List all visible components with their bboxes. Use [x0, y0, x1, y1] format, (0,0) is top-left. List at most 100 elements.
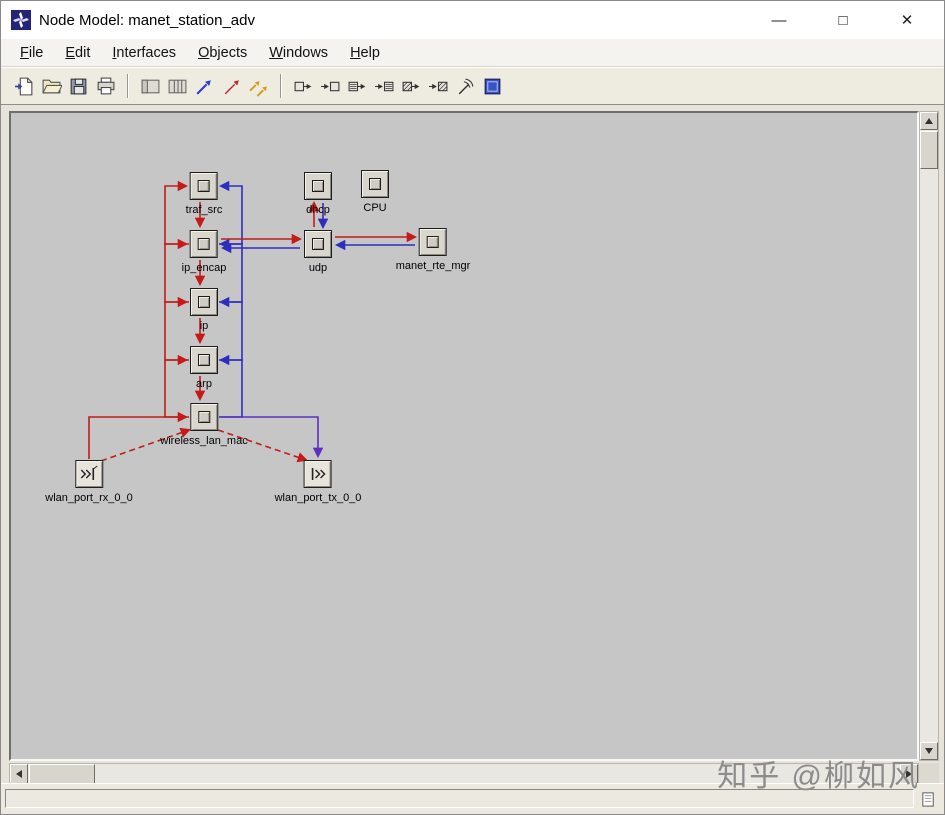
- node-model-window: Node Model: manet_station_adv — □ ✕ File…: [0, 0, 945, 815]
- create-radio-receiver-button[interactable]: [425, 73, 452, 100]
- toolbar-separator: [280, 74, 282, 98]
- watermark: 知乎 @柳如风: [717, 760, 920, 793]
- menu-item-file[interactable]: File: [9, 41, 54, 65]
- open-model-button[interactable]: [38, 73, 65, 100]
- receiver-icon: [74, 460, 103, 488]
- scroll-up-button[interactable]: [920, 112, 938, 130]
- create-point-to-point-transmitter-button[interactable]: [290, 73, 317, 100]
- processor-icon: [190, 172, 218, 200]
- create-queue-button[interactable]: [164, 73, 191, 100]
- module-ip_encap[interactable]: ip_encap: [182, 230, 226, 274]
- create-point-to-point-transmitter-icon: [294, 81, 312, 91]
- menu-item-interfaces[interactable]: Interfaces: [101, 41, 187, 65]
- module-label: wireless_lan_mac: [160, 435, 248, 447]
- vertical-scrollbar[interactable]: [919, 111, 939, 761]
- processor-icon: [361, 170, 389, 198]
- horizontal-scroll-thumb[interactable]: [29, 764, 95, 784]
- module-label: manet_rte_mgr: [395, 260, 471, 272]
- processor-icon: [304, 172, 332, 200]
- new-model-button[interactable]: [11, 73, 38, 100]
- create-statistic-wire-button[interactable]: [218, 73, 245, 100]
- menu-bar: File Edit Interfaces Objects Windows Help: [1, 39, 944, 67]
- create-packet-stream-button[interactable]: [191, 73, 218, 100]
- menu-item-edit[interactable]: Edit: [54, 41, 101, 65]
- up-arrow-icon: [925, 118, 933, 124]
- module-label: wlan_port_tx_0_0: [274, 492, 362, 504]
- module-wlan_port_rx_0_0[interactable]: wlan_port_rx_0_0: [45, 460, 133, 504]
- create-radio-receiver-icon: [429, 81, 448, 91]
- create-bus-transmitter-icon: [348, 81, 366, 91]
- connection-layer: [88, 180, 418, 463]
- module-label: udp: [308, 262, 328, 274]
- close-button[interactable]: ✕: [894, 11, 920, 29]
- canvas-content: traf_src dhcp CPU ip_encap udp manet_rte_mgri…: [11, 113, 917, 759]
- create-processor-icon: [141, 79, 160, 93]
- create-logical-association-button[interactable]: [245, 73, 272, 100]
- module-label: dhcp: [306, 204, 330, 216]
- create-statistic-wire-icon: [224, 79, 239, 94]
- vertical-scroll-thumb[interactable]: [920, 131, 938, 169]
- create-packet-stream-icon: [196, 79, 211, 95]
- open-model-icon: [42, 79, 62, 93]
- module-label: ip: [199, 320, 209, 332]
- module-arp[interactable]: arp: [190, 346, 218, 390]
- module-label: CPU: [363, 202, 387, 214]
- title-bar: Node Model: manet_station_adv — □ ✕: [1, 1, 944, 39]
- canvas[interactable]: traf_src dhcp CPU ip_encap udp manet_rte_mgri…: [9, 111, 919, 761]
- create-radio-transmitter-button[interactable]: [398, 73, 425, 100]
- processor-icon: [419, 228, 447, 256]
- module-wireless_lan_mac[interactable]: wireless_lan_mac: [160, 403, 248, 447]
- create-bus-receiver-button[interactable]: [371, 73, 398, 100]
- save-model-button[interactable]: [65, 73, 92, 100]
- save-model-icon: [70, 78, 87, 94]
- new-model-icon: [15, 77, 33, 95]
- message-log-icon[interactable]: [918, 789, 938, 809]
- create-antenna-icon: [458, 78, 474, 94]
- module-dhcp[interactable]: dhcp: [304, 172, 332, 216]
- processor-icon: [190, 288, 218, 316]
- create-bus-transmitter-button[interactable]: [344, 73, 371, 100]
- create-antenna-button[interactable]: [452, 73, 479, 100]
- menu-item-windows[interactable]: Windows: [258, 41, 339, 65]
- create-processor-button[interactable]: [137, 73, 164, 100]
- processor-icon: [190, 403, 218, 431]
- open-object-palette-icon: [484, 78, 501, 94]
- window-controls: — □ ✕: [766, 11, 934, 30]
- window-title: Node Model: manet_station_adv: [39, 11, 255, 29]
- stream-arp-to-ip[interactable]: [164, 296, 189, 361]
- app-icon: [11, 10, 31, 30]
- scroll-left-button[interactable]: [10, 764, 28, 784]
- open-object-palette-button[interactable]: [479, 73, 506, 100]
- module-label: arp: [196, 378, 212, 390]
- print-icon: [97, 77, 115, 94]
- toolbar-separator: [127, 74, 129, 98]
- menu-item-objects[interactable]: Objects: [187, 41, 258, 65]
- workspace: traf_src dhcp CPU ip_encap udp manet_rte_mgri…: [1, 105, 944, 793]
- stream-arp-to-ip[interactable]: [218, 296, 243, 361]
- module-udp[interactable]: udp: [304, 230, 332, 274]
- create-logical-association-icon: [249, 80, 267, 97]
- module-traf_src[interactable]: traf_src: [185, 172, 223, 216]
- menu-item-help[interactable]: Help: [339, 41, 391, 65]
- processor-icon: [190, 230, 218, 258]
- module-ip[interactable]: ip: [190, 288, 218, 332]
- print-button[interactable]: [92, 73, 119, 100]
- processor-icon: [304, 230, 332, 258]
- transmitter-icon: [304, 460, 332, 488]
- create-point-to-point-receiver-icon: [321, 81, 340, 91]
- module-manet_rte_mgr[interactable]: manet_rte_mgr: [395, 228, 471, 272]
- module-wlan_port_tx_0_0[interactable]: wlan_port_tx_0_0: [274, 460, 362, 504]
- down-arrow-icon: [925, 748, 933, 754]
- module-label: traf_src: [185, 204, 223, 216]
- module-label: wlan_port_rx_0_0: [45, 492, 133, 504]
- processor-icon: [190, 346, 218, 374]
- toolbar: [1, 67, 944, 105]
- module-CPU[interactable]: CPU: [361, 170, 389, 214]
- create-point-to-point-receiver-button[interactable]: [317, 73, 344, 100]
- create-bus-receiver-icon: [375, 81, 394, 91]
- minimize-button[interactable]: —: [766, 12, 792, 29]
- maximize-button[interactable]: □: [830, 12, 856, 29]
- create-queue-icon: [168, 79, 187, 93]
- scroll-down-button[interactable]: [920, 742, 938, 760]
- scrollbar-corner: [919, 763, 939, 785]
